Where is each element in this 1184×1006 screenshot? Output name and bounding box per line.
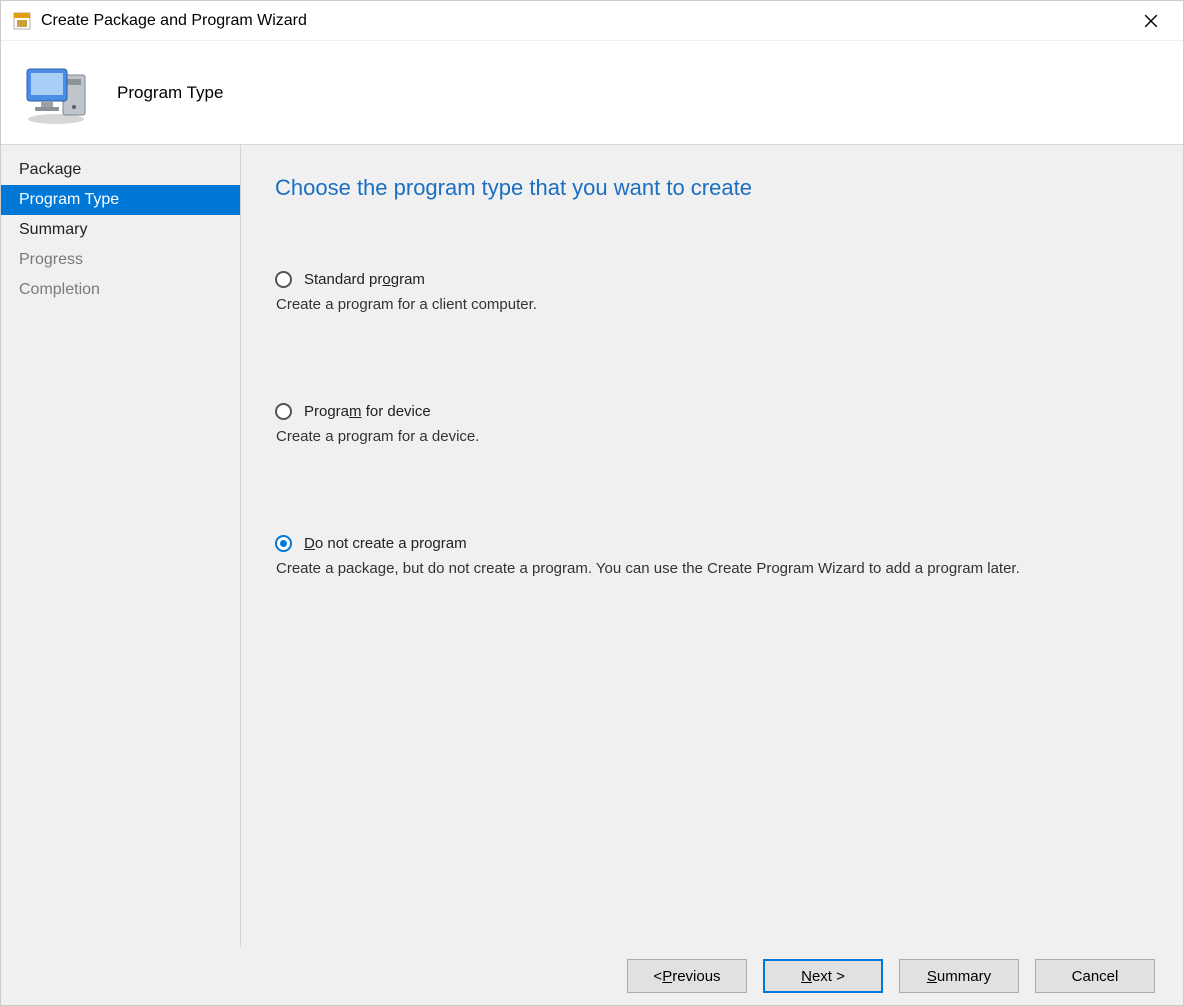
window-title: Create Package and Program Wizard bbox=[41, 12, 1131, 30]
wizard-main: Choose the program type that you want to… bbox=[241, 145, 1183, 947]
option-desc-program-for-device: Create a program for a device. bbox=[276, 428, 1153, 445]
radio-program-for-device[interactable] bbox=[275, 403, 292, 420]
sidebar-item-progress: Progress bbox=[1, 245, 240, 275]
radio-label-do-not-create[interactable]: Do not create a program bbox=[304, 535, 467, 552]
wizard-sidebar: Package Program Type Summary Progress Co… bbox=[1, 145, 241, 947]
option-program-for-device: Program for device Create a program for … bbox=[275, 403, 1153, 445]
computer-package-icon bbox=[21, 61, 91, 125]
title-bar: Create Package and Program Wizard bbox=[1, 1, 1183, 41]
radio-do-not-create[interactable] bbox=[275, 535, 292, 552]
close-button[interactable] bbox=[1131, 1, 1171, 41]
next-button[interactable]: Next > bbox=[763, 959, 883, 993]
summary-button[interactable]: Summary bbox=[899, 959, 1019, 993]
cancel-button[interactable]: Cancel bbox=[1035, 959, 1155, 993]
wizard-body: Package Program Type Summary Progress Co… bbox=[1, 145, 1183, 947]
option-desc-standard-program: Create a program for a client computer. bbox=[276, 296, 1153, 313]
sidebar-item-program-type[interactable]: Program Type bbox=[1, 185, 240, 215]
sidebar-item-completion: Completion bbox=[1, 275, 240, 305]
option-desc-do-not-create: Create a package, but do not create a pr… bbox=[276, 560, 1153, 577]
app-icon bbox=[13, 12, 31, 30]
option-do-not-create: Do not create a program Create a package… bbox=[275, 535, 1153, 577]
radio-label-program-for-device[interactable]: Program for device bbox=[304, 403, 431, 420]
option-standard-program: Standard program Create a program for a … bbox=[275, 271, 1153, 313]
previous-button[interactable]: < Previous bbox=[627, 959, 747, 993]
page-title: Program Type bbox=[117, 83, 223, 103]
radio-standard-program[interactable] bbox=[275, 271, 292, 288]
close-icon bbox=[1144, 14, 1158, 28]
sidebar-item-summary[interactable]: Summary bbox=[1, 215, 240, 245]
wizard-footer: < Previous Next > Summary Cancel bbox=[1, 947, 1183, 1005]
wizard-window: Create Package and Program Wizard Progra… bbox=[0, 0, 1184, 1006]
wizard-header: Program Type bbox=[1, 41, 1183, 145]
main-heading: Choose the program type that you want to… bbox=[275, 175, 1153, 201]
radio-label-standard-program[interactable]: Standard program bbox=[304, 271, 425, 288]
sidebar-item-package[interactable]: Package bbox=[1, 155, 240, 185]
